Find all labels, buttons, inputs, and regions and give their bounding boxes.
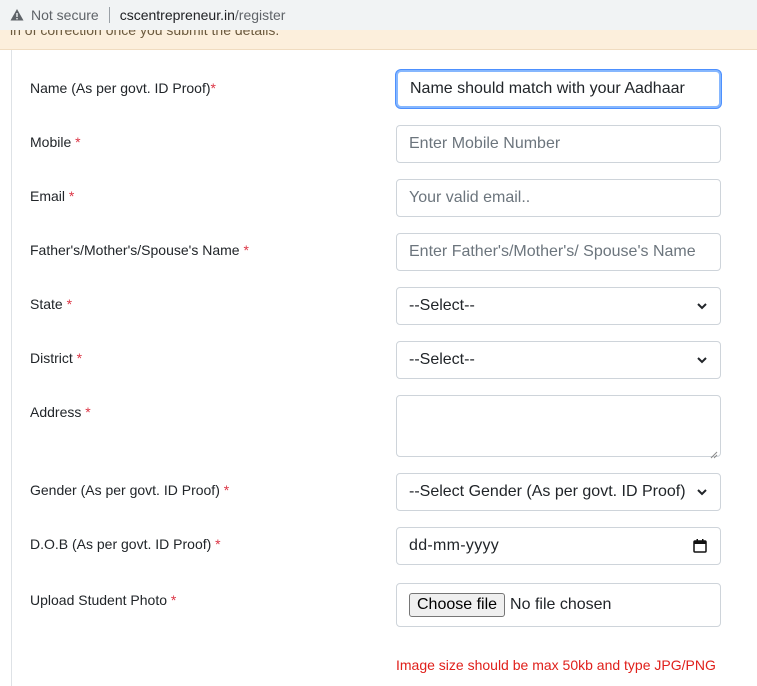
required-mark: *: [68, 188, 75, 204]
gender-selected-value: --Select Gender (As per govt. ID Proof): [409, 483, 686, 500]
photo-upload-field[interactable]: Choose file No file chosen: [396, 583, 721, 627]
url-host: cscentrepreneur.in: [119, 7, 235, 23]
required-mark: *: [210, 80, 216, 96]
warning-icon[interactable]: [10, 8, 24, 22]
mobile-field[interactable]: [396, 125, 721, 163]
gender-label: Gender (As per govt. ID Proof) *: [30, 482, 229, 498]
photo-size-hint: Image size should be max 50kb and type J…: [396, 657, 716, 673]
dob-value: dd-mm-yyyy: [409, 537, 500, 554]
name-field[interactable]: [396, 70, 721, 108]
chevron-down-icon: [696, 486, 708, 498]
dob-field[interactable]: dd-mm-yyyy: [396, 527, 721, 565]
district-label-text: District: [30, 350, 73, 366]
district-select[interactable]: --Select--: [396, 341, 721, 379]
mobile-label: Mobile *: [30, 134, 81, 150]
dob-label-text: D.O.B (As per govt. ID Proof): [30, 536, 212, 552]
notice-text: in of correction once you submit the det…: [10, 30, 280, 38]
required-mark: *: [85, 404, 91, 420]
required-mark: *: [215, 536, 221, 552]
required-mark: *: [66, 296, 73, 312]
district-selected-value: --Select--: [409, 351, 475, 368]
required-mark: *: [243, 242, 249, 258]
district-label: District *: [30, 350, 82, 366]
state-label-text: State: [30, 296, 63, 312]
required-mark: *: [75, 134, 81, 150]
security-status[interactable]: Not secure: [31, 7, 99, 23]
address-bar[interactable]: Not secure cscentrepreneur.in/register: [0, 0, 757, 30]
chevron-down-icon: [696, 300, 708, 312]
dob-label: D.O.B (As per govt. ID Proof) *: [30, 536, 221, 552]
gender-label-text: Gender (As per govt. ID Proof): [30, 482, 220, 498]
chevron-down-icon: [696, 354, 708, 366]
choose-file-button[interactable]: Choose file: [409, 593, 506, 617]
url-divider: [108, 7, 110, 23]
guardian-field[interactable]: [396, 233, 721, 271]
gender-select[interactable]: --Select Gender (As per govt. ID Proof): [396, 473, 721, 511]
photo-label-text: Upload Student Photo: [30, 592, 167, 608]
email-field[interactable]: [396, 179, 721, 217]
state-select[interactable]: --Select--: [396, 287, 721, 325]
state-selected-value: --Select--: [409, 297, 475, 314]
mobile-input[interactable]: [409, 135, 708, 153]
required-mark: *: [170, 592, 177, 608]
required-mark: *: [76, 350, 83, 366]
resize-handle-icon[interactable]: [710, 446, 718, 459]
address-label: Address *: [30, 404, 91, 420]
url-path: /register: [234, 7, 286, 23]
photo-label: Upload Student Photo *: [30, 592, 176, 608]
address-label-text: Address: [30, 404, 82, 420]
required-mark: *: [223, 482, 230, 498]
url-text[interactable]: cscentrepreneur.in/register: [120, 7, 286, 23]
notice-banner: in of correction once you submit the det…: [0, 30, 757, 50]
calendar-icon[interactable]: [692, 538, 708, 554]
state-label: State *: [30, 296, 72, 312]
name-label: Name (As per govt. ID Proof)*: [30, 80, 216, 96]
email-input[interactable]: [409, 189, 708, 207]
mobile-label-text: Mobile: [30, 134, 72, 150]
email-label-text: Email: [30, 188, 66, 204]
guardian-label: Father's/Mother's/Spouse's Name *: [30, 242, 249, 258]
no-file-text: No file chosen: [510, 596, 612, 613]
name-label-text: Name (As per govt. ID Proof): [30, 80, 211, 96]
guardian-label-text: Father's/Mother's/Spouse's Name: [30, 242, 240, 258]
email-label: Email *: [30, 188, 74, 204]
name-input[interactable]: [410, 80, 707, 98]
address-textarea[interactable]: [396, 395, 721, 459]
guardian-input[interactable]: [409, 243, 708, 261]
